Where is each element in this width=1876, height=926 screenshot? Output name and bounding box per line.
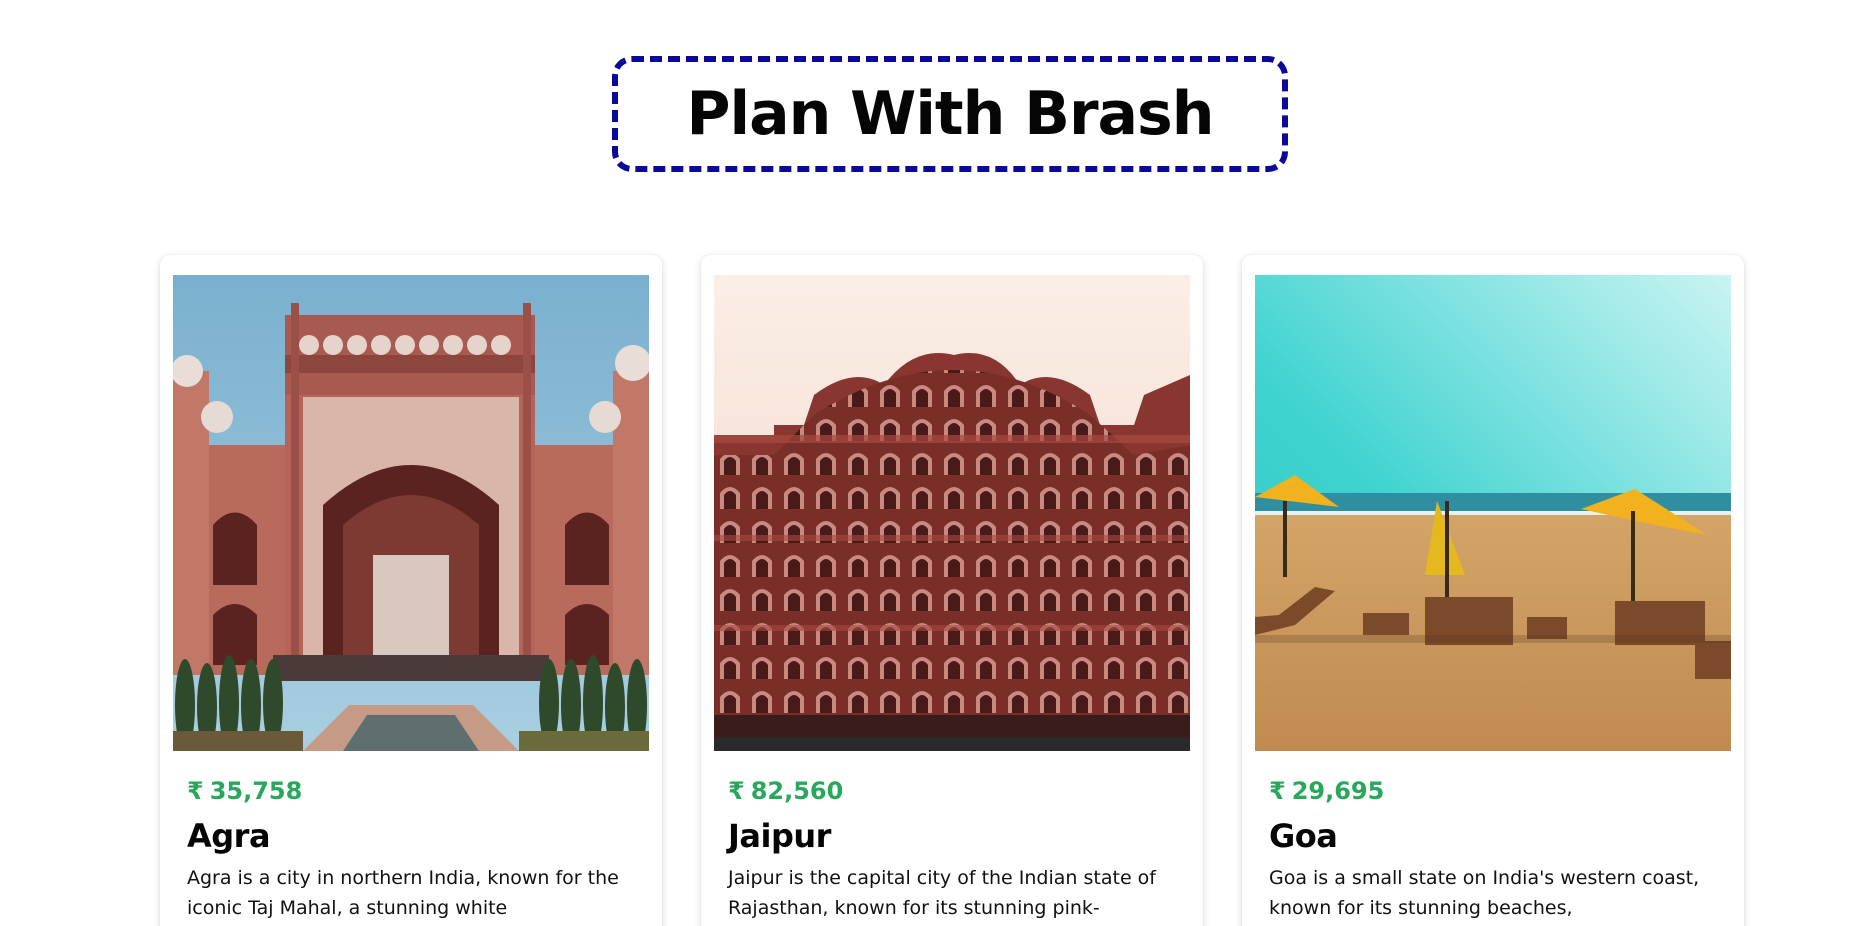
goa-price: ₹ 29,695 (1269, 777, 1384, 805)
goa-title: Goa (1269, 817, 1338, 855)
rupee-icon: ₹ (1269, 777, 1286, 805)
goa-description: Goa is a small state on India's western … (1269, 867, 1700, 919)
rupee-icon: ₹ (187, 777, 204, 805)
page: Plan With Brash ₹ 35,758 Agra Agra is a … (0, 0, 1876, 926)
destination-card-goa[interactable]: ₹ 29,695 Goa Goa is a small state on Ind… (1242, 255, 1744, 926)
jaipur-image[interactable] (714, 275, 1190, 751)
agra-title: Agra (187, 817, 271, 855)
jaipur-price-value: 82,560 (750, 777, 844, 805)
page-title: Plan With Brash (686, 79, 1215, 149)
hawa-mahal-photo (714, 275, 1190, 751)
taj-mahal-gate-photo (173, 275, 649, 751)
jaipur-price: ₹ 82,560 (728, 777, 843, 805)
agra-description: Agra is a city in northern India, known … (187, 867, 619, 919)
goa-image[interactable] (1255, 275, 1731, 751)
rupee-icon: ₹ (728, 777, 745, 805)
goa-beach-photo (1255, 275, 1731, 751)
agra-image[interactable] (173, 275, 649, 751)
agra-price-value: 35,758 (209, 777, 303, 805)
destination-card-agra[interactable]: ₹ 35,758 Agra Agra is a city in northern… (160, 255, 662, 926)
page-title-box: Plan With Brash (612, 56, 1288, 172)
agra-price: ₹ 35,758 (187, 777, 302, 805)
goa-price-value: 29,695 (1291, 777, 1385, 805)
jaipur-title: Jaipur (728, 817, 831, 855)
destination-card-jaipur[interactable]: ₹ 82,560 Jaipur Jaipur is the capital ci… (701, 255, 1203, 926)
jaipur-description: Jaipur is the capital city of the Indian… (728, 867, 1156, 919)
